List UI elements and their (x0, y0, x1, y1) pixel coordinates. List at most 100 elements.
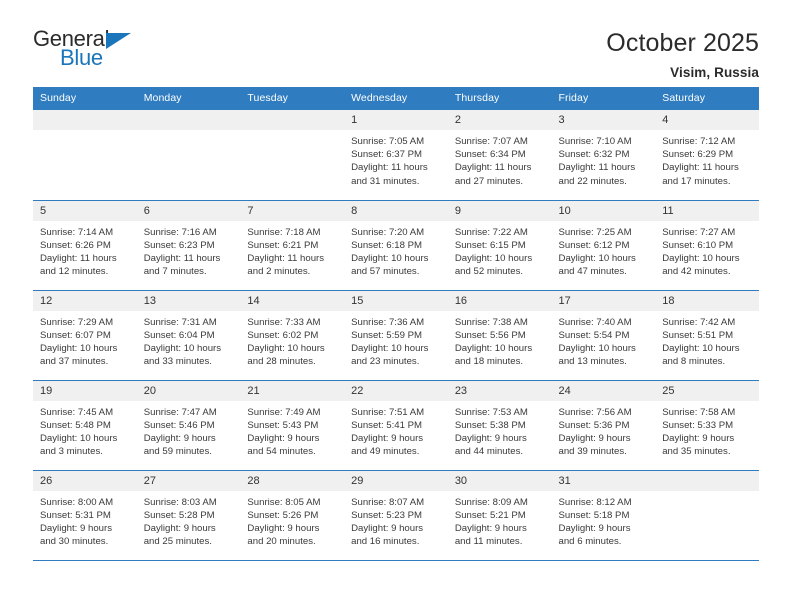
day-number (136, 110, 241, 130)
day-number: 11 (655, 200, 759, 221)
daylight-text-line2: and 17 minutes. (662, 175, 731, 187)
daylight-text-line2: and 27 minutes. (454, 175, 524, 187)
day-cell-inner: 29 Sunrise: 8:07 AM Sunset: 5:23 PM Dayligh… (344, 470, 448, 560)
sunrise-text: Sunrise: 8:05 AM (247, 496, 321, 508)
daylight-text-line2: and 37 minutes. (40, 356, 109, 368)
calendar-day-cell[interactable]: 6 Sunrise: 7:16 AM Sunset: 6:23 PM Daylight… (136, 200, 241, 291)
calendar-day-cell[interactable]: 14 Sunrise: 7:33 AM Sunset: 6:02 PM Dayligh… (240, 290, 345, 381)
daylight-text-line2: and 23 minutes. (351, 356, 420, 368)
day-sun-info: Sunrise: 8:03 AM Sunset: 5:28 PM Daylight:… (137, 491, 241, 549)
calendar-day-cell[interactable]: 30 Sunrise: 8:09 AM Sunset: 5:21 PM Dayligh… (447, 470, 552, 561)
sunset-text: Sunset: 5:54 PM (558, 329, 630, 341)
calendar-day-cell[interactable]: 24 Sunrise: 7:56 AM Sunset: 5:36 PM Dayligh… (551, 380, 656, 471)
day-cell-inner: 11 Sunrise: 7:27 AM Sunset: 6:10 PM Dayligh… (655, 200, 759, 290)
day-sun-info: Sunrise: 7:16 AM Sunset: 6:23 PM Daylight:… (137, 221, 241, 279)
sunset-text: Sunset: 6:18 PM (351, 239, 423, 251)
day-sun-info: Sunrise: 7:58 AM Sunset: 5:33 PM Daylight:… (655, 401, 759, 459)
sunrise-text: Sunrise: 7:12 AM (662, 136, 736, 147)
day-cell-inner (33, 110, 137, 200)
daylight-text-line1: Daylight: 9 hours (351, 522, 424, 534)
day-cell-inner: 14 Sunrise: 7:33 AM Sunset: 6:02 PM Dayligh… (240, 290, 345, 380)
day-cell-inner: 17 Sunrise: 7:40 AM Sunset: 5:54 PM Dayligh… (551, 290, 656, 380)
daylight-text-line1: Daylight: 9 hours (143, 432, 216, 444)
day-number: 20 (136, 380, 241, 401)
sunset-text: Sunset: 6:26 PM (40, 239, 111, 251)
calendar-day-cell[interactable]: 23 Sunrise: 7:53 AM Sunset: 5:38 PM Dayligh… (447, 380, 552, 471)
calendar-day-cell[interactable]: 26 Sunrise: 8:00 AM Sunset: 5:31 PM Dayligh… (33, 470, 137, 561)
day-number: 15 (344, 290, 448, 311)
day-cell-inner: 22 Sunrise: 7:51 AM Sunset: 5:41 PM Dayligh… (344, 380, 448, 470)
day-cell-inner: 12 Sunrise: 7:29 AM Sunset: 6:07 PM Dayligh… (33, 290, 137, 380)
day-sun-info: Sunrise: 7:33 AM Sunset: 6:02 PM Daylight:… (240, 311, 344, 369)
day-cell-inner: 13 Sunrise: 7:31 AM Sunset: 6:04 PM Dayligh… (136, 290, 241, 380)
calendar-day-cell[interactable]: 27 Sunrise: 8:03 AM Sunset: 5:28 PM Dayligh… (136, 470, 241, 561)
day-number: 18 (655, 290, 759, 311)
calendar-day-cell[interactable]: 19 Sunrise: 7:45 AM Sunset: 5:48 PM Dayligh… (33, 380, 137, 471)
day-sun-info (136, 130, 241, 135)
calendar-day-cell[interactable]: 3 Sunrise: 7:10 AM Sunset: 6:32 PM Daylight… (551, 110, 656, 201)
calendar-day-cell[interactable]: 17 Sunrise: 7:40 AM Sunset: 5:54 PM Dayligh… (551, 290, 656, 381)
weekday-header-tuesday: Tuesday (240, 87, 345, 110)
weekday-header-friday: Friday (551, 87, 656, 110)
day-cell-inner (655, 470, 759, 560)
calendar-day-cell[interactable]: 13 Sunrise: 7:31 AM Sunset: 6:04 PM Dayligh… (136, 290, 241, 381)
calendar-day-cell[interactable]: 16 Sunrise: 7:38 AM Sunset: 5:56 PM Dayligh… (447, 290, 552, 381)
sunset-text: Sunset: 6:02 PM (247, 329, 319, 341)
day-sun-info: Sunrise: 7:40 AM Sunset: 5:54 PM Daylight:… (552, 311, 656, 369)
calendar-day-cell[interactable]: 22 Sunrise: 7:51 AM Sunset: 5:41 PM Dayligh… (344, 380, 448, 471)
daylight-text-line1: Daylight: 10 hours (558, 252, 636, 264)
day-cell-inner: 7 Sunrise: 7:18 AM Sunset: 6:21 PM Daylight… (240, 200, 345, 290)
calendar-day-cell[interactable]: 11 Sunrise: 7:27 AM Sunset: 6:10 PM Dayligh… (655, 200, 759, 291)
calendar-day-cell[interactable]: 10 Sunrise: 7:25 AM Sunset: 6:12 PM Dayligh… (551, 200, 656, 291)
sunrise-text: Sunrise: 7:16 AM (143, 226, 217, 238)
day-number: 29 (344, 470, 448, 491)
daylight-text-line2: and 47 minutes. (558, 266, 627, 278)
calendar-day-cell[interactable]: 9 Sunrise: 7:22 AM Sunset: 6:15 PM Daylight… (447, 200, 552, 291)
sunset-text: Sunset: 6:32 PM (558, 149, 630, 161)
day-cell-inner: 27 Sunrise: 8:03 AM Sunset: 5:28 PM Dayligh… (136, 470, 241, 560)
calendar-day-cell[interactable]: 5 Sunrise: 7:14 AM Sunset: 6:26 PM Daylight… (33, 200, 137, 291)
day-number: 5 (33, 200, 137, 221)
day-cell-inner: 21 Sunrise: 7:49 AM Sunset: 5:43 PM Dayligh… (240, 380, 345, 470)
day-number: 8 (344, 200, 448, 221)
calendar-day-cell[interactable]: 15 Sunrise: 7:36 AM Sunset: 5:59 PM Dayligh… (344, 290, 448, 381)
day-number: 12 (33, 290, 137, 311)
calendar-day-cell[interactable]: 21 Sunrise: 7:49 AM Sunset: 5:43 PM Dayligh… (240, 380, 345, 471)
sunset-text: Sunset: 5:51 PM (662, 329, 734, 341)
calendar-day-cell[interactable]: 12 Sunrise: 7:29 AM Sunset: 6:07 PM Dayligh… (33, 290, 137, 381)
day-cell-inner: 30 Sunrise: 8:09 AM Sunset: 5:21 PM Dayligh… (447, 470, 552, 560)
calendar-body: 1 Sunrise: 7:05 AM Sunset: 6:37 PM Daylight… (33, 110, 759, 561)
daylight-text-line1: Daylight: 10 hours (40, 432, 118, 444)
calendar-day-cell[interactable]: 4 Sunrise: 7:12 AM Sunset: 6:29 PM Daylight… (655, 110, 759, 201)
calendar-day-cell[interactable]: 7 Sunrise: 7:18 AM Sunset: 6:21 PM Daylight… (240, 200, 345, 291)
weekday-header-wednesday: Wednesday (344, 87, 448, 110)
day-sun-info: Sunrise: 7:25 AM Sunset: 6:12 PM Daylight:… (552, 221, 656, 279)
sunrise-text: Sunrise: 7:45 AM (40, 406, 114, 418)
calendar-day-cell[interactable]: 18 Sunrise: 7:42 AM Sunset: 5:51 PM Dayligh… (655, 290, 759, 381)
sunrise-text: Sunrise: 7:07 AM (454, 136, 528, 147)
day-cell-inner: 28 Sunrise: 8:05 AM Sunset: 5:26 PM Dayligh… (240, 470, 345, 560)
sunrise-text: Sunrise: 7:25 AM (558, 226, 632, 238)
day-cell-inner: 9 Sunrise: 7:22 AM Sunset: 6:15 PM Daylight… (447, 200, 552, 290)
calendar-day-cell[interactable]: 29 Sunrise: 8:07 AM Sunset: 5:23 PM Dayligh… (344, 470, 448, 561)
calendar-day-cell[interactable]: 2 Sunrise: 7:07 AM Sunset: 6:34 PM Daylight… (447, 110, 552, 201)
daylight-text-line2: and 7 minutes. (143, 266, 207, 278)
calendar-day-cell[interactable]: 8 Sunrise: 7:20 AM Sunset: 6:18 PM Daylight… (344, 200, 448, 291)
calendar-day-cell[interactable]: 31 Sunrise: 8:12 AM Sunset: 5:18 PM Dayligh… (551, 470, 656, 561)
calendar-day-cell[interactable]: 20 Sunrise: 7:47 AM Sunset: 5:46 PM Dayligh… (136, 380, 241, 471)
sunrise-text: Sunrise: 7:47 AM (143, 406, 217, 418)
sunrise-text: Sunrise: 7:29 AM (40, 316, 114, 328)
daylight-text-line1: Daylight: 10 hours (454, 342, 533, 354)
daylight-text-line2: and 42 minutes. (662, 266, 731, 278)
daylight-text-line2: and 30 minutes. (40, 536, 109, 548)
calendar-day-cell[interactable]: 28 Sunrise: 8:05 AM Sunset: 5:26 PM Dayligh… (240, 470, 345, 561)
calendar-day-cell[interactable]: 1 Sunrise: 7:05 AM Sunset: 6:37 PM Daylight… (344, 110, 448, 201)
daylight-text-line1: Daylight: 11 hours (558, 162, 636, 174)
sunset-text: Sunset: 5:28 PM (143, 509, 215, 521)
sunrise-text: Sunrise: 7:31 AM (143, 316, 217, 328)
day-number: 3 (551, 110, 656, 130)
daylight-text-line1: Daylight: 10 hours (662, 252, 740, 264)
calendar-header-row: Sunday Monday Tuesday Wednesday Thursday… (33, 87, 759, 110)
calendar-day-cell[interactable]: 25 Sunrise: 7:58 AM Sunset: 5:33 PM Dayligh… (655, 380, 759, 471)
daylight-text-line1: Daylight: 10 hours (351, 342, 429, 354)
